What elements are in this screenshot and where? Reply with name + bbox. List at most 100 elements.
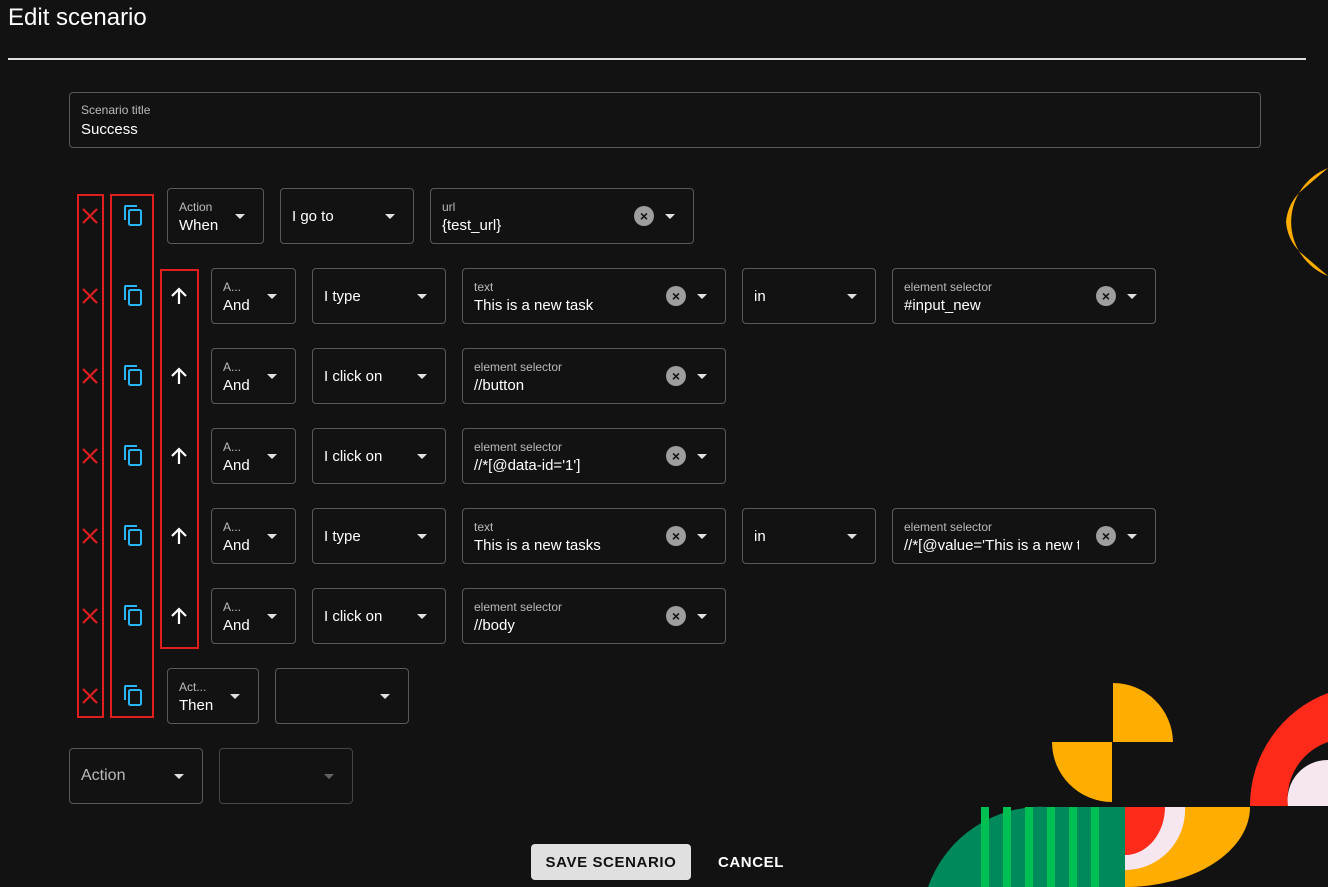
step-4-action-label: A... xyxy=(223,520,242,534)
step-2-step-select[interactable]: I click on xyxy=(312,348,446,404)
scenario-title-field[interactable]: Scenario title Success xyxy=(69,92,1261,148)
step-0-action-select[interactable]: Action When xyxy=(167,188,264,244)
arrow-drop-down-icon[interactable] xyxy=(697,534,707,539)
clear-icon[interactable]: × xyxy=(634,206,654,226)
step-0-step-select[interactable]: I go to xyxy=(280,188,414,244)
copy-step-0-copy-icon[interactable] xyxy=(121,204,145,228)
step-5-step-value: I click on xyxy=(324,608,383,625)
arrow-drop-down-icon xyxy=(417,294,427,299)
step-4-action-select[interactable]: A... And xyxy=(211,508,296,564)
new-step-step-select xyxy=(219,748,353,804)
step-1-action-value: And xyxy=(223,297,250,314)
delete-step-4-close-icon[interactable] xyxy=(78,524,102,548)
step-4-selector-label: element selector xyxy=(904,520,993,534)
copy-step-4-copy-icon[interactable] xyxy=(121,524,145,548)
step-2-step-value: I click on xyxy=(324,368,383,385)
copy-step-5-copy-icon[interactable] xyxy=(121,604,145,628)
step-1-text-label: text xyxy=(474,280,494,294)
page-title: Edit scenario xyxy=(8,4,147,31)
arrow-drop-down-icon[interactable] xyxy=(1127,534,1137,539)
delete-step-5-close-icon[interactable] xyxy=(78,604,102,628)
delete-step-3-close-icon[interactable] xyxy=(78,444,102,468)
delete-step-1-close-icon[interactable] xyxy=(78,284,102,308)
arrow-drop-down-icon xyxy=(385,214,395,219)
arrow-drop-down-icon xyxy=(847,534,857,539)
step-5-selector-field[interactable]: element selector //body × xyxy=(462,588,726,644)
step-3-action-label: A... xyxy=(223,440,242,454)
move-up-step-1-arrow-up-icon[interactable] xyxy=(167,284,191,308)
step-2-action-select[interactable]: A... And xyxy=(211,348,296,404)
step-4-text-field[interactable]: text This is a new tasks × xyxy=(462,508,726,564)
step-3-selector-field[interactable]: element selector //*[@data-id='1'] × xyxy=(462,428,726,484)
step-3-selector-value: //*[@data-id='1'] xyxy=(474,457,581,474)
step-6-step-select[interactable] xyxy=(275,668,409,724)
arrow-drop-down-icon xyxy=(267,614,277,619)
new-step-action-select[interactable]: Action xyxy=(69,748,203,804)
step-2-action-label: A... xyxy=(223,360,242,374)
step-1-action-select[interactable]: A... And xyxy=(211,268,296,324)
move-up-step-5-arrow-up-icon[interactable] xyxy=(167,604,191,628)
step-1-selector-value: #input_new xyxy=(904,297,981,314)
step-5-step-select[interactable]: I click on xyxy=(312,588,446,644)
clear-icon[interactable]: × xyxy=(666,366,686,386)
step-4-selector-field[interactable]: element selector //*[@value='This is a n… xyxy=(892,508,1156,564)
delete-step-6-close-icon[interactable] xyxy=(78,684,102,708)
arrow-drop-down-icon xyxy=(174,774,184,779)
copy-step-6-copy-icon[interactable] xyxy=(121,684,145,708)
step-1-selector-field[interactable]: element selector #input_new × xyxy=(892,268,1156,324)
clear-icon[interactable]: × xyxy=(1096,526,1116,546)
step-4-text-value: This is a new tasks xyxy=(474,537,601,554)
step-4-step-value: I type xyxy=(324,528,361,545)
arrow-drop-down-icon[interactable] xyxy=(697,614,707,619)
step-1-text-field[interactable]: text This is a new task × xyxy=(462,268,726,324)
step-4-connector-value: in xyxy=(754,528,766,545)
step-3-step-select[interactable]: I click on xyxy=(312,428,446,484)
step-1-selector-label: element selector xyxy=(904,280,993,294)
step-6-action-value: Then xyxy=(179,697,214,714)
clear-icon[interactable]: × xyxy=(666,606,686,626)
step-3-step-value: I click on xyxy=(324,448,383,465)
step-4-text-label: text xyxy=(474,520,494,534)
copy-step-2-copy-icon[interactable] xyxy=(121,364,145,388)
step-0-url-field[interactable]: url {test_url} × xyxy=(430,188,694,244)
arrow-drop-down-icon[interactable] xyxy=(697,374,707,379)
arrow-drop-down-icon xyxy=(380,694,390,699)
step-2-selector-field[interactable]: element selector //button × xyxy=(462,348,726,404)
step-6-action-label: Act... xyxy=(179,680,207,694)
arrow-drop-down-icon[interactable] xyxy=(697,454,707,459)
step-5-action-select[interactable]: A... And xyxy=(211,588,296,644)
step-4-step-select[interactable]: I type xyxy=(312,508,446,564)
step-0-action-value: When xyxy=(179,217,219,234)
move-up-step-3-arrow-up-icon[interactable] xyxy=(167,444,191,468)
move-up-step-4-arrow-up-icon[interactable] xyxy=(167,524,191,548)
step-4-action-value: And xyxy=(223,537,250,554)
arrow-drop-down-icon[interactable] xyxy=(1127,294,1137,299)
step-6-action-select[interactable]: Act... Then xyxy=(167,668,259,724)
move-up-step-2-arrow-up-icon[interactable] xyxy=(167,364,191,388)
step-2-action-value: And xyxy=(223,377,250,394)
step-0-step-value: I go to xyxy=(292,208,334,225)
arrow-drop-down-icon[interactable] xyxy=(665,214,675,219)
copy-step-3-copy-icon[interactable] xyxy=(121,444,145,468)
clear-icon[interactable]: × xyxy=(666,446,686,466)
save-scenario-button[interactable]: SAVE SCENARIO xyxy=(531,844,691,880)
clear-icon[interactable]: × xyxy=(666,286,686,306)
step-2-selector-value: //button xyxy=(474,377,525,394)
step-4-connector-select[interactable]: in xyxy=(742,508,876,564)
step-5-action-value: And xyxy=(223,617,250,634)
cancel-button[interactable]: CANCEL xyxy=(706,844,796,880)
delete-step-2-close-icon[interactable] xyxy=(78,364,102,388)
arrow-drop-down-icon xyxy=(417,534,427,539)
copy-step-1-copy-icon[interactable] xyxy=(121,284,145,308)
clear-icon[interactable]: × xyxy=(1096,286,1116,306)
step-3-action-select[interactable]: A... And xyxy=(211,428,296,484)
arrow-drop-down-icon xyxy=(267,454,277,459)
delete-step-0-close-icon[interactable] xyxy=(78,204,102,228)
arrow-drop-down-icon xyxy=(230,694,240,699)
arrow-drop-down-icon[interactable] xyxy=(697,294,707,299)
step-0-url-label: url xyxy=(442,200,456,214)
step-1-step-select[interactable]: I type xyxy=(312,268,446,324)
step-1-connector-select[interactable]: in xyxy=(742,268,876,324)
step-0-action-label: Action xyxy=(179,200,213,214)
clear-icon[interactable]: × xyxy=(666,526,686,546)
